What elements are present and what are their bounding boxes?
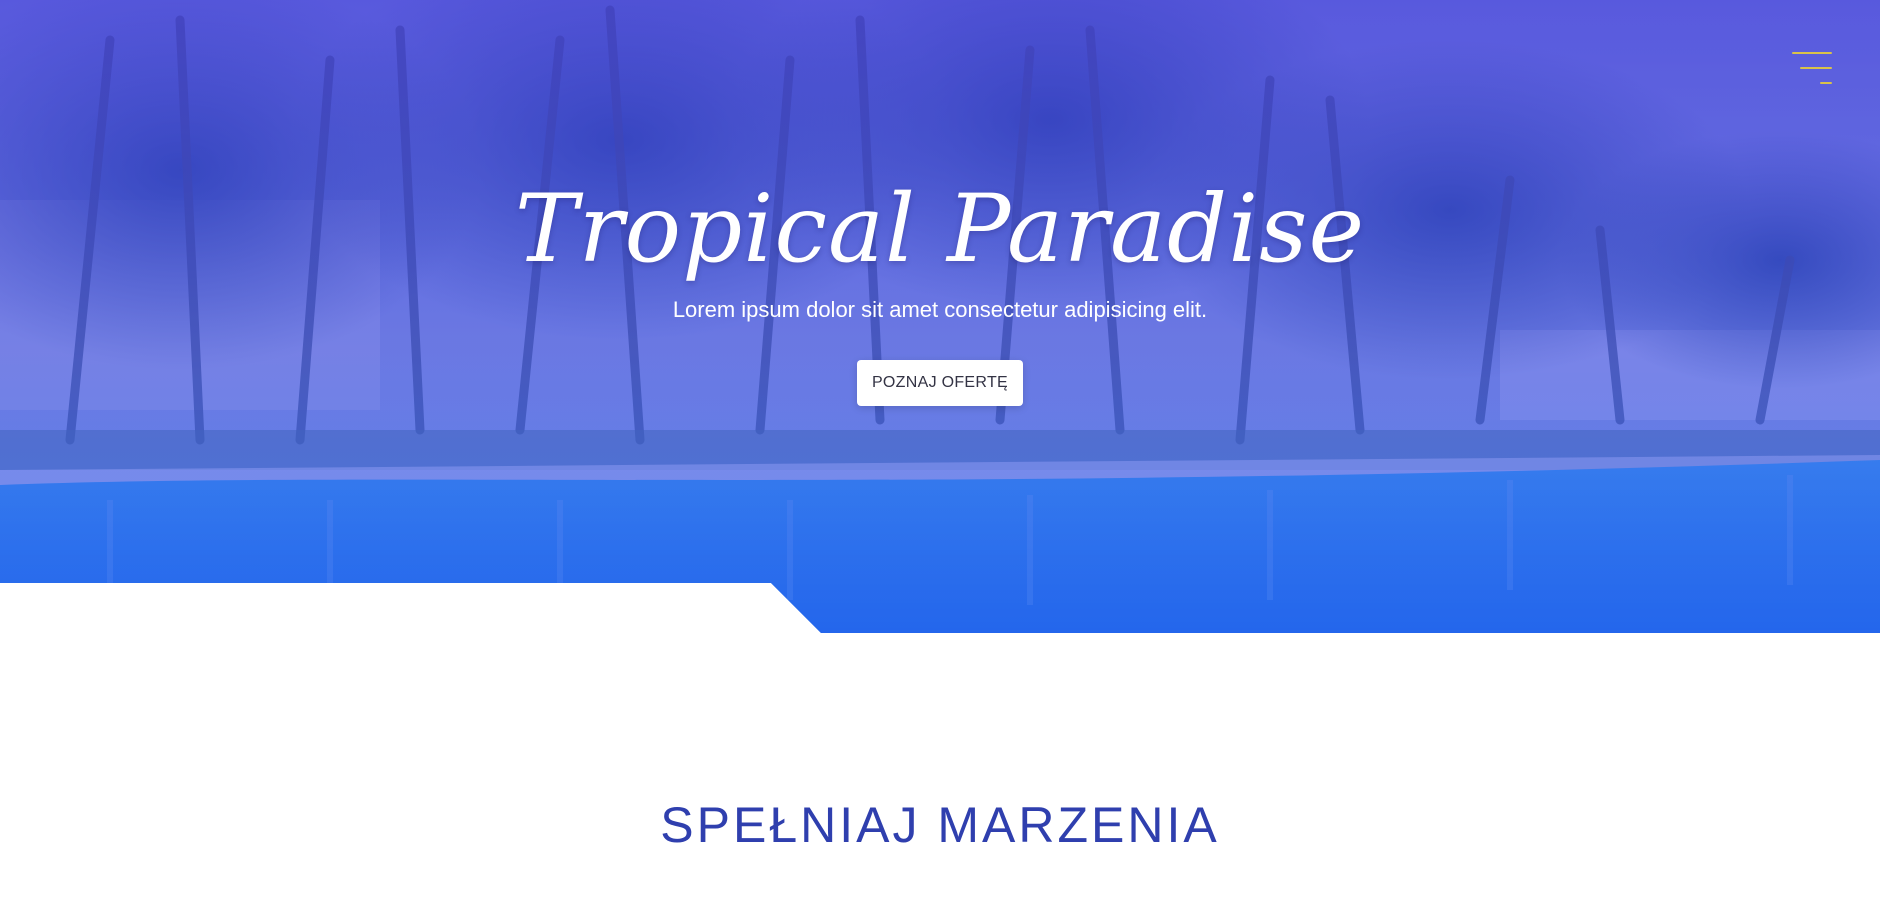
page: Tropical Paradise Lorem ipsum dolor sit … <box>0 0 1880 913</box>
hero-content: Tropical Paradise Lorem ipsum dolor sit … <box>0 165 1880 406</box>
hamburger-menu-icon[interactable] <box>1790 52 1832 88</box>
hero-title: Tropical Paradise <box>514 175 1366 284</box>
hero-section: Tropical Paradise Lorem ipsum dolor sit … <box>0 0 1880 633</box>
menu-line <box>1792 52 1832 54</box>
menu-line <box>1800 67 1832 69</box>
section-title: SPEŁNIAJ MARZENIA <box>660 797 1220 853</box>
hero-subtitle: Lorem ipsum dolor sit amet consectetur a… <box>672 297 1208 322</box>
menu-line <box>1820 82 1832 84</box>
explore-offer-button[interactable]: POZNAJ OFERTĘ <box>857 360 1023 406</box>
